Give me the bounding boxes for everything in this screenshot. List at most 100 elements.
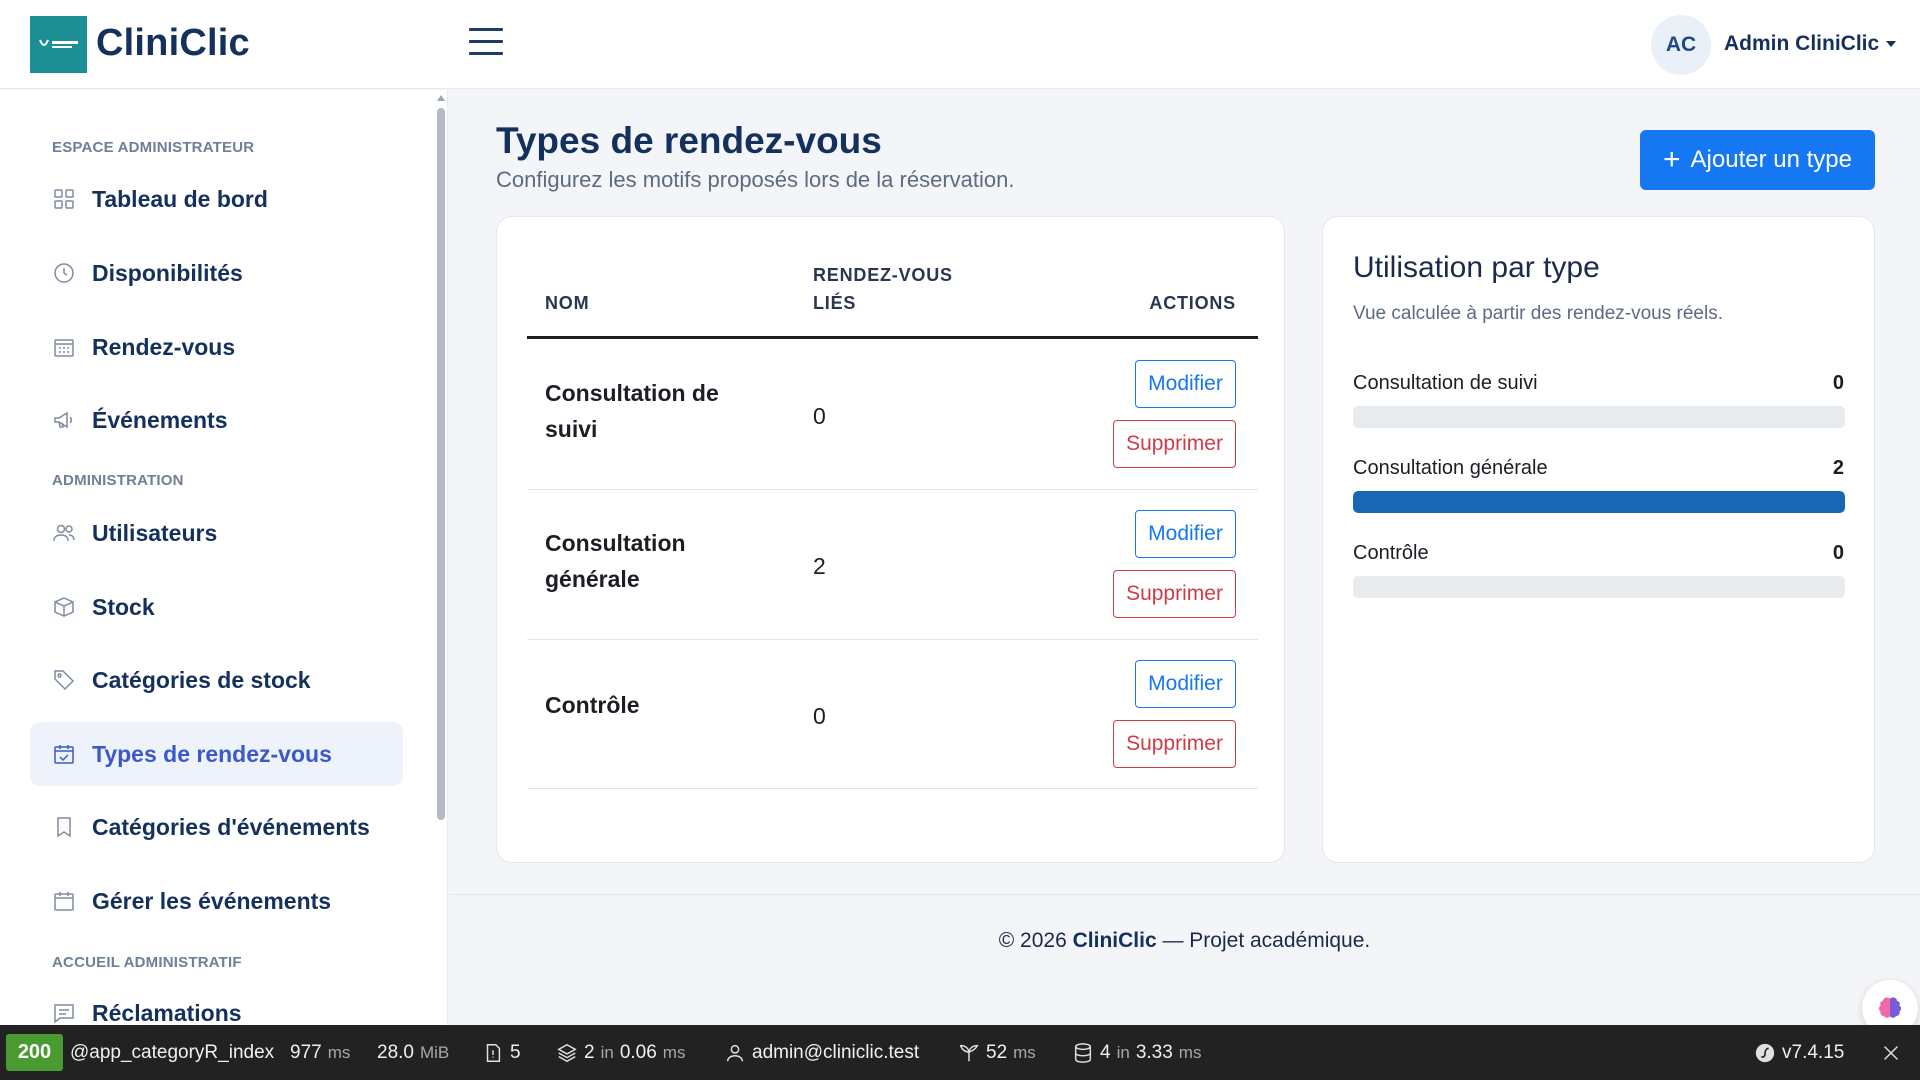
sidebar-item-appointments[interactable]: Rendez-vous xyxy=(30,315,403,379)
sidebar-item-manage-events[interactable]: Gérer les événements xyxy=(30,869,403,933)
sidebar-item-label: Types de rendez-vous xyxy=(92,740,332,767)
sidebar-item-events[interactable]: Événements xyxy=(30,388,403,452)
edit-button[interactable]: Modifier xyxy=(1135,360,1236,408)
sidebar-item-complaints[interactable]: Réclamations xyxy=(30,981,403,1025)
add-type-button[interactable]: + Ajouter un type xyxy=(1640,130,1875,190)
menu-toggle-icon[interactable] xyxy=(469,28,503,56)
calendar-check-icon xyxy=(51,741,77,767)
db-value: 4 xyxy=(1100,1041,1111,1063)
box-icon xyxy=(51,594,77,620)
calendar-icon xyxy=(51,888,77,914)
scroll-up-arrow-icon[interactable] xyxy=(437,95,445,101)
brain-icon xyxy=(1878,997,1902,1018)
sidebar-item-users[interactable]: Utilisateurs xyxy=(30,501,403,565)
sidebar-item-availability[interactable]: Disponibilités xyxy=(30,241,403,305)
user-email: admin@cliniclic.test xyxy=(752,1041,920,1063)
sidebar-item-stock[interactable]: Stock xyxy=(30,575,403,639)
symfony-logo-icon xyxy=(1755,1043,1775,1062)
usage-value: 2 xyxy=(1832,457,1844,479)
twig-leaf-icon xyxy=(959,1044,979,1061)
delete-button[interactable]: Supprimer xyxy=(1113,420,1236,468)
sidebar-item-label: Gérer les événements xyxy=(92,887,332,914)
debug-database[interactable]: 4 in 3.33 ms xyxy=(1072,1025,1201,1080)
log-file-icon xyxy=(486,1043,501,1062)
debug-toolbar: 200 @app_categoryR_index 977 ms 28.0 MiB 5… xyxy=(0,1025,1920,1080)
delete-button[interactable]: Supprimer xyxy=(1113,720,1236,768)
debug-version[interactable]: v7.4.15 xyxy=(1754,1025,1844,1080)
sidebar-section-title: ADMINISTRATION xyxy=(52,472,184,489)
row-divider xyxy=(527,639,1258,640)
usage-label: Contrôle xyxy=(1353,542,1429,564)
row-name: Consultation générale xyxy=(545,530,686,592)
row-count: 0 xyxy=(813,403,826,429)
db-unit: ms xyxy=(1178,1042,1202,1062)
edit-button[interactable]: Modifier xyxy=(1135,510,1236,558)
row-count: 0 xyxy=(813,703,826,729)
debug-twig[interactable]: 52 ms xyxy=(958,1025,1036,1080)
logs-value: 5 xyxy=(510,1041,521,1063)
sidebar-item-label: Stock xyxy=(92,593,155,620)
appointment-types-table-card: NOM RENDEZ-VOUS LIÉS ACTIONS Consultatio… xyxy=(496,216,1285,863)
close-icon xyxy=(1884,1045,1898,1060)
row-name: Consultation de suivi xyxy=(545,380,719,442)
table-header-divider xyxy=(527,336,1258,339)
debug-time[interactable]: 977 ms xyxy=(290,1025,350,1080)
db-in: in xyxy=(1116,1042,1130,1062)
avatar[interactable]: AC xyxy=(1651,15,1711,75)
layers-icon xyxy=(557,1043,577,1062)
usage-by-type-card: Utilisation par type Vue calculée à part… xyxy=(1322,216,1875,863)
row-divider xyxy=(527,788,1258,789)
sidebar-item-stock-categories[interactable]: Catégories de stock xyxy=(30,648,403,712)
time-unit: ms xyxy=(327,1042,351,1062)
debug-logs[interactable]: 5 xyxy=(482,1025,521,1080)
status-code-badge[interactable]: 200 xyxy=(6,1034,63,1071)
sidebar-item-event-categories[interactable]: Catégories d'événements xyxy=(30,795,403,859)
megaphone-icon xyxy=(51,407,77,433)
user-icon xyxy=(726,1044,744,1061)
time-value: 977 xyxy=(290,1041,322,1063)
grid-icon xyxy=(51,186,77,212)
usage-label: Consultation générale xyxy=(1353,457,1548,479)
sidebar-item-label: Catégories de stock xyxy=(92,666,311,693)
cache-value: 2 xyxy=(584,1041,595,1063)
debug-user[interactable]: admin@cliniclic.test xyxy=(724,1025,919,1080)
user-name: Admin CliniClic xyxy=(1724,32,1880,55)
delete-button[interactable]: Supprimer xyxy=(1113,570,1236,618)
usage-value: 0 xyxy=(1832,542,1844,564)
cache-in: in xyxy=(600,1042,614,1062)
usage-progress-fill xyxy=(1353,491,1845,513)
page-subtitle: Configurez les motifs proposés lors de l… xyxy=(496,167,1015,192)
usage-label: Consultation de suivi xyxy=(1353,372,1538,394)
debug-cache[interactable]: 2 in 0.06 ms xyxy=(556,1025,685,1080)
usage-subtitle: Vue calculée à partir des rendez-vous ré… xyxy=(1353,303,1723,324)
add-type-label: Ajouter un type xyxy=(1690,146,1852,173)
version-value: v7.4.15 xyxy=(1782,1041,1845,1063)
sidebar-item-label: Utilisateurs xyxy=(92,519,218,546)
sidebar-scrollbar-thumb[interactable] xyxy=(437,108,445,820)
route-name: @app_categoryR_index xyxy=(70,1041,275,1063)
memory-unit: MiB xyxy=(419,1042,450,1062)
edit-button[interactable]: Modifier xyxy=(1135,660,1236,708)
column-header-count: RENDEZ-VOUS LIÉS xyxy=(813,261,953,317)
debug-close-icon[interactable] xyxy=(1880,1025,1902,1080)
logo-mark-icon xyxy=(38,39,78,48)
footer-copyright: © 2026 xyxy=(998,929,1073,952)
sidebar-item-label: Tableau de bord xyxy=(92,185,268,212)
row-count: 2 xyxy=(813,553,826,579)
twig-value: 52 xyxy=(986,1041,1008,1063)
clock-icon xyxy=(51,260,77,286)
sidebar-item-label: Réclamations xyxy=(92,999,242,1026)
logo[interactable] xyxy=(30,16,87,73)
row-name: Contrôle xyxy=(545,692,640,718)
debug-route[interactable]: @app_categoryR_index xyxy=(70,1025,274,1080)
debug-memory[interactable]: 28.0 MiB xyxy=(377,1025,449,1080)
sidebar-section-title: ESPACE ADMINISTRATEUR xyxy=(52,139,255,156)
user-menu-dropdown[interactable]: Admin CliniClic xyxy=(1724,32,1897,56)
sidebar-item-dashboard[interactable]: Tableau de bord xyxy=(30,167,403,231)
column-header-name: NOM xyxy=(545,293,590,313)
brand-name[interactable]: CliniClic xyxy=(96,22,250,65)
sidebar-item-label: Rendez-vous xyxy=(92,333,236,360)
sidebar-section-title: ACCUEIL ADMINISTRATIF xyxy=(52,954,242,971)
footer: © 2026 CliniClic — Projet académique. xyxy=(449,929,1920,953)
sidebar-item-appointment-types[interactable]: Types de rendez-vous xyxy=(30,722,403,786)
